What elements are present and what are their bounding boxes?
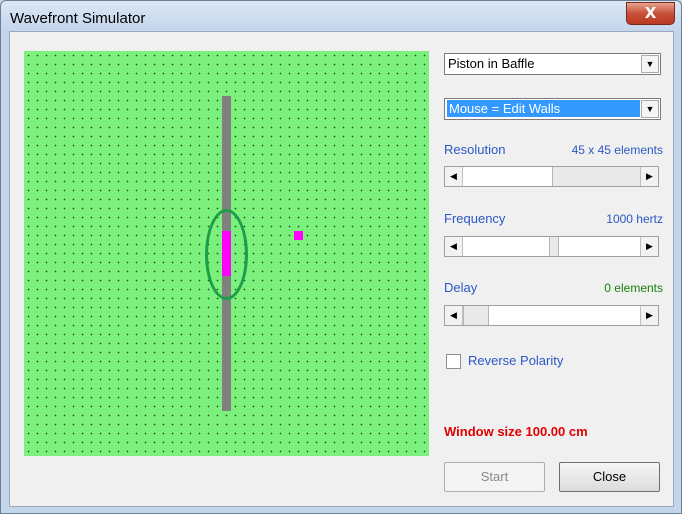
window-close-button[interactable]: X bbox=[626, 2, 675, 25]
reverse-polarity-checkbox[interactable] bbox=[446, 354, 461, 369]
close-button[interactable]: Close bbox=[559, 462, 660, 492]
reverse-polarity-label[interactable]: Reverse Polarity bbox=[468, 353, 563, 368]
scroll-left-icon[interactable]: ◀ bbox=[445, 306, 463, 325]
scroll-right-icon[interactable]: ▶ bbox=[640, 167, 658, 186]
source-type-dropdown[interactable]: Piston in Baffle ▼ bbox=[444, 53, 661, 75]
chevron-down-icon[interactable]: ▼ bbox=[641, 100, 659, 118]
frequency-value: 1000 hertz bbox=[606, 212, 663, 226]
app-window: Wavefront Simulator X Piston in Baffle ▼… bbox=[0, 0, 682, 514]
probe-point bbox=[294, 231, 303, 240]
mouse-mode-dropdown[interactable]: Mouse = Edit Walls ▼ bbox=[444, 98, 661, 120]
frequency-slider-thumb[interactable] bbox=[549, 237, 559, 256]
delay-value: 0 elements bbox=[604, 281, 663, 295]
frequency-label: Frequency bbox=[444, 211, 506, 226]
delay-slider[interactable]: ◀ ▶ bbox=[444, 305, 659, 326]
scroll-right-icon[interactable]: ▶ bbox=[640, 306, 658, 325]
window-size-status: Window size 100.00 cm bbox=[444, 424, 588, 439]
source-type-value: Piston in Baffle bbox=[448, 56, 535, 71]
resolution-label: Resolution bbox=[444, 142, 506, 157]
simulation-grid[interactable] bbox=[24, 51, 429, 456]
mouse-mode-value: Mouse = Edit Walls bbox=[447, 100, 640, 117]
scroll-right-icon[interactable]: ▶ bbox=[640, 237, 658, 256]
window-title: Wavefront Simulator bbox=[10, 10, 146, 27]
dialog-client: Piston in Baffle ▼ Mouse = Edit Walls ▼ … bbox=[9, 31, 674, 507]
resolution-slider-thumb[interactable] bbox=[552, 167, 641, 186]
delay-slider-thumb[interactable] bbox=[463, 306, 489, 325]
resolution-value: 45 x 45 elements bbox=[571, 143, 663, 157]
resolution-slider[interactable]: ◀ ▶ bbox=[444, 166, 659, 187]
scroll-left-icon[interactable]: ◀ bbox=[445, 167, 463, 186]
frequency-slider[interactable]: ◀ ▶ bbox=[444, 236, 659, 257]
chevron-down-icon[interactable]: ▼ bbox=[641, 55, 659, 73]
start-button[interactable]: Start bbox=[444, 462, 545, 492]
scroll-left-icon[interactable]: ◀ bbox=[445, 237, 463, 256]
piston-highlight-ellipse bbox=[205, 209, 248, 300]
delay-label: Delay bbox=[444, 280, 478, 295]
